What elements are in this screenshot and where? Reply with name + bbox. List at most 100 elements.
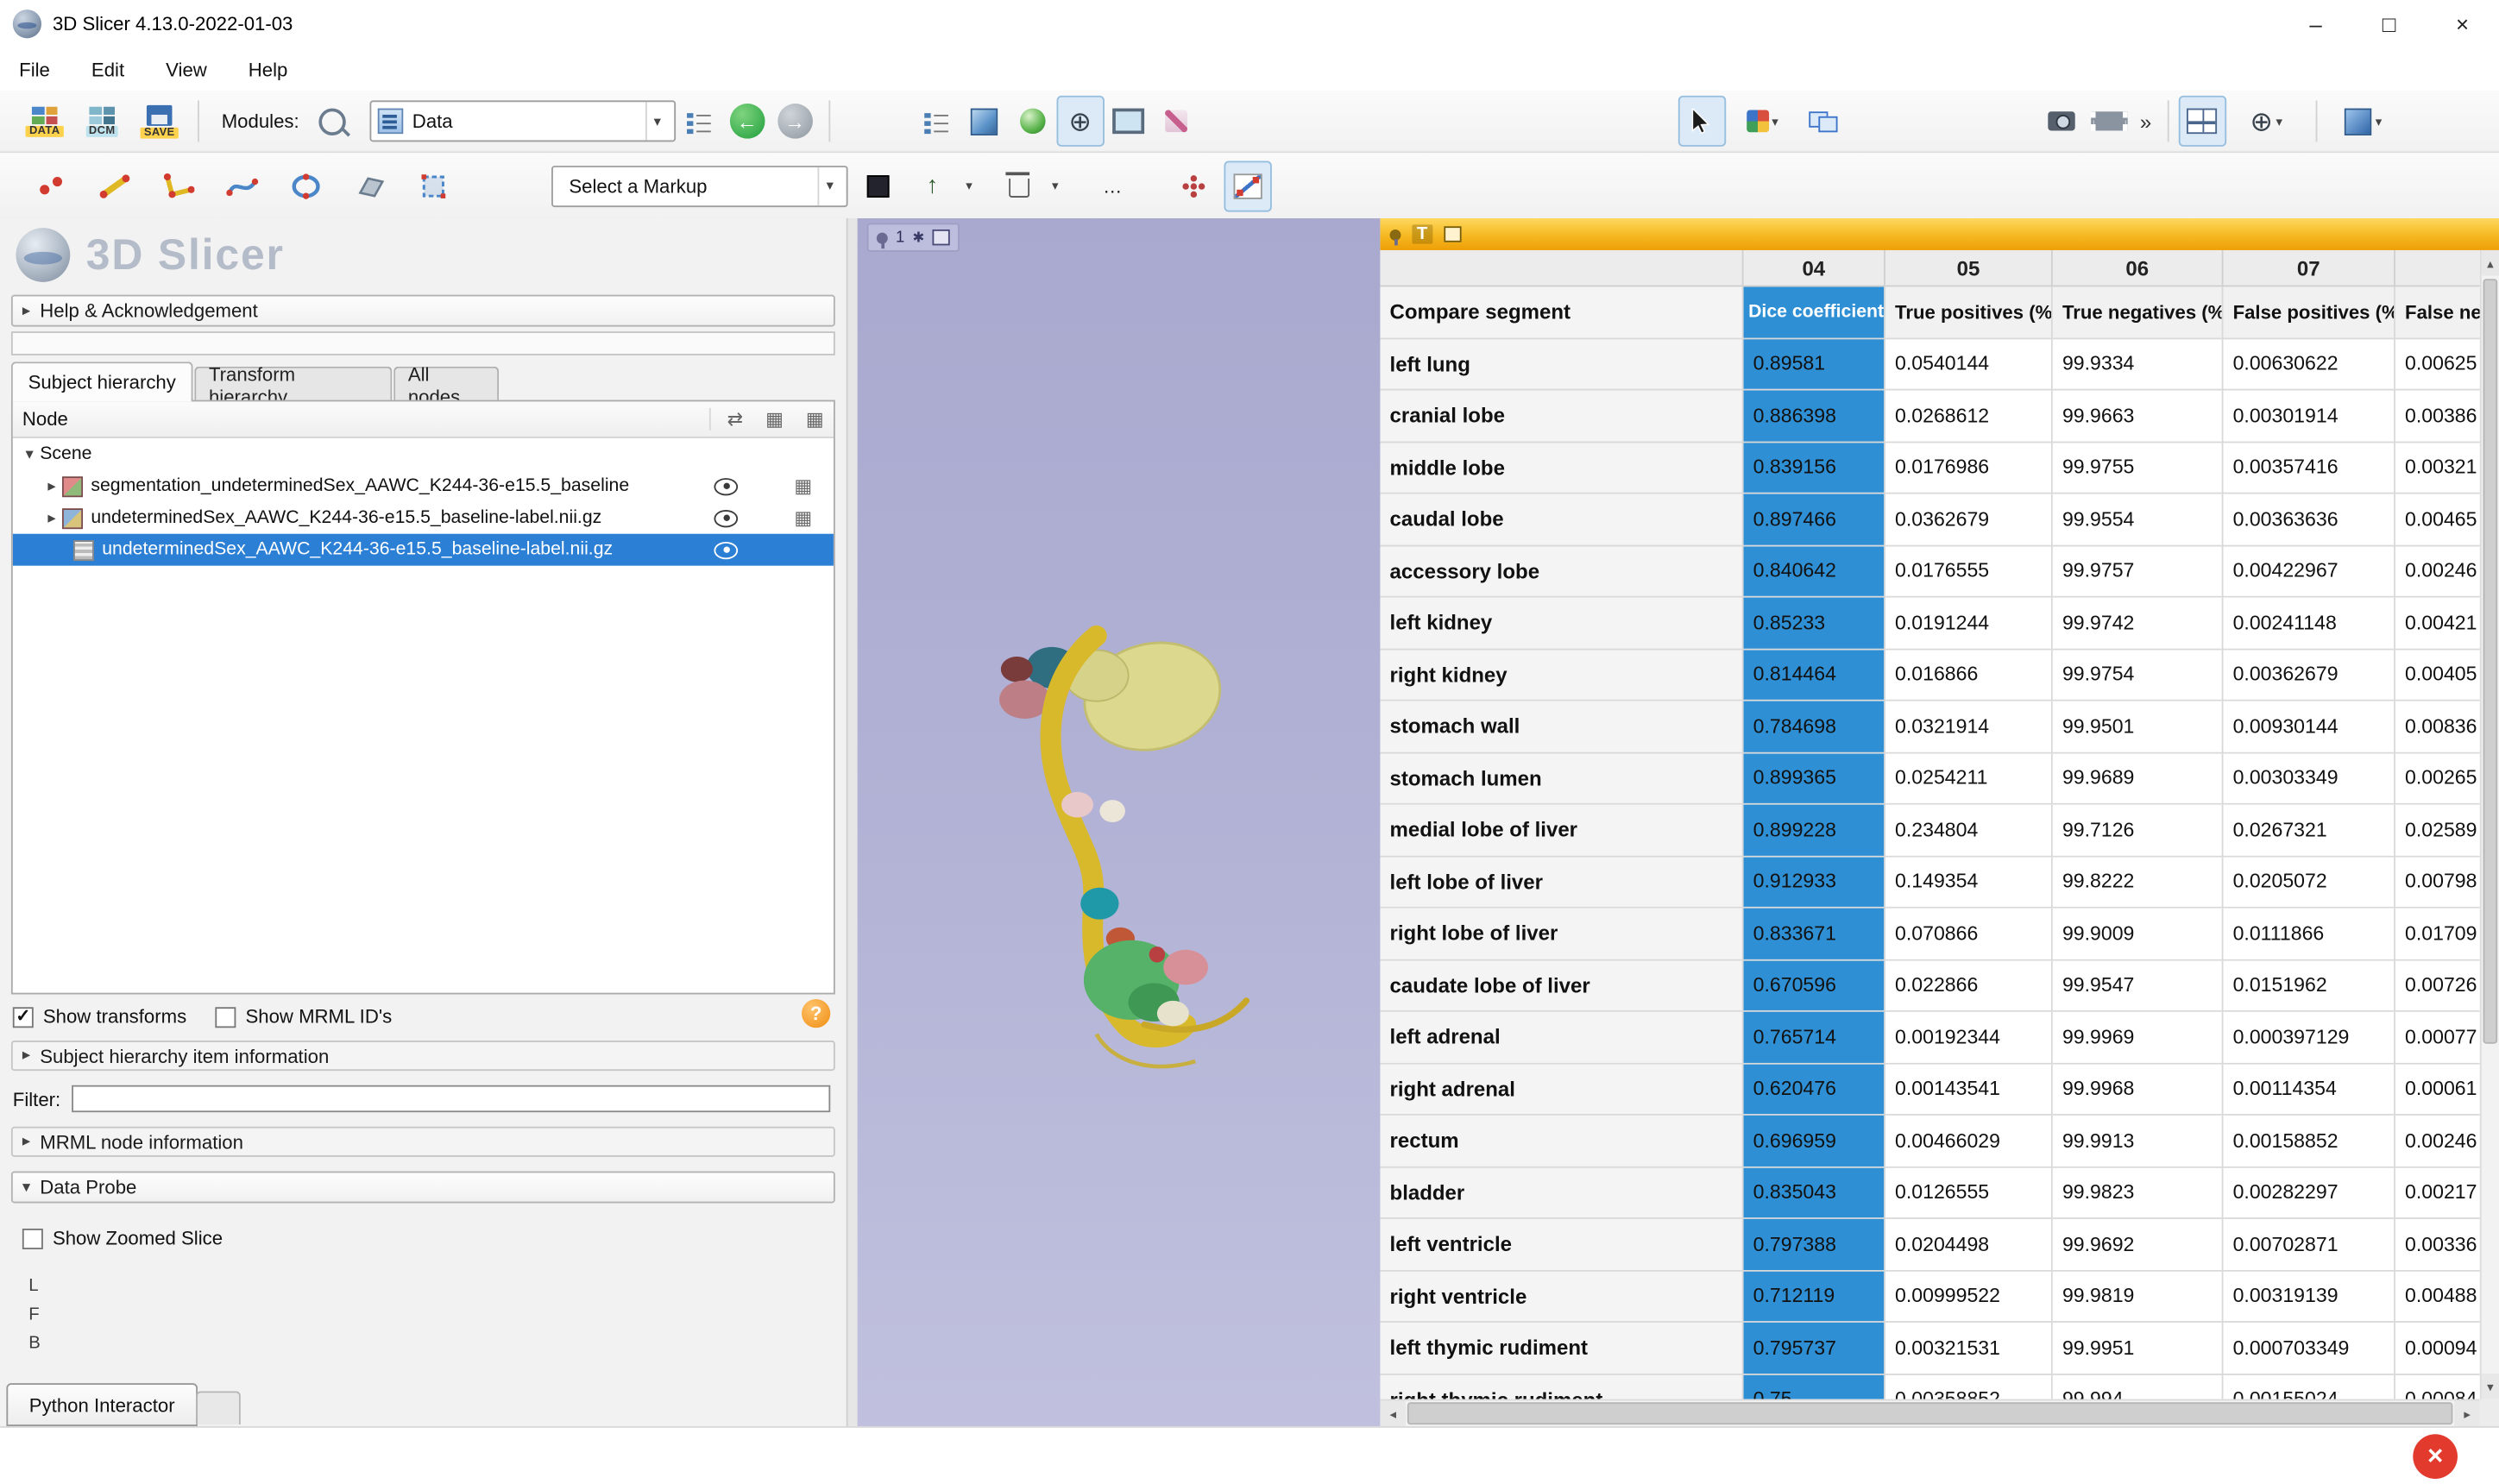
data-probe-section[interactable]: ▾ Data Probe <box>11 1172 835 1204</box>
value-cell[interactable]: 0.0191244 <box>1885 598 2053 650</box>
vertical-scroll-thumb[interactable] <box>2483 279 2498 1044</box>
node-column-header[interactable]: Node <box>22 408 68 431</box>
value-cell[interactable]: 99.9692 <box>2053 1219 2224 1271</box>
grid-column-icon[interactable]: ▦ <box>765 408 784 431</box>
value-cell[interactable]: 0.696959 <box>1744 1116 1885 1167</box>
markup-selector[interactable]: Select a Markup ▾ <box>551 165 848 206</box>
create-angle-button[interactable] <box>150 159 207 213</box>
more-options-button[interactable]: … <box>1084 160 1141 211</box>
scroll-left-arrow[interactable]: ◂ <box>1380 1400 1406 1426</box>
view-controls-bar[interactable]: 1 ✱ <box>867 223 960 252</box>
value-cell[interactable]: 0.00702871 <box>2223 1219 2395 1271</box>
segment-name-cell[interactable]: left lobe of liver <box>1380 857 1743 909</box>
value-cell[interactable]: 0.00192344 <box>1885 1012 2053 1064</box>
segment-name-cell[interactable]: right lobe of liver <box>1380 909 1743 960</box>
value-cell[interactable]: 0.670596 <box>1744 960 1885 1012</box>
expanded-arrow-icon[interactable]: ▾ <box>26 445 34 462</box>
screenshot-button[interactable] <box>2038 96 2086 147</box>
value-cell[interactable]: 0.0321914 <box>1885 701 2053 753</box>
true-negatives-header[interactable]: True negatives (%) <box>2053 286 2224 338</box>
tree-item-volume-selected[interactable]: undeterminedSex_AAWC_K244-36-e15.5_basel… <box>13 534 834 566</box>
crosshair-toggle-button[interactable]: ⊕ <box>1056 96 1104 147</box>
module-search-button[interactable] <box>309 96 356 147</box>
value-cell[interactable]: 99.9823 <box>2053 1167 2224 1219</box>
value-cell[interactable]: 0.765714 <box>1744 1012 1885 1064</box>
value-cell[interactable]: 0.00217 <box>2395 1167 2480 1219</box>
segment-name-cell[interactable]: caudal lobe <box>1380 494 1743 546</box>
tab-transform-hierarchy[interactable]: Transform hierarchy <box>194 367 392 402</box>
toolbar-overflow-button[interactable]: » <box>2140 110 2151 134</box>
chevron-down-icon[interactable]: ▾ <box>645 102 667 140</box>
value-cell[interactable]: 0.00303349 <box>2223 753 2395 805</box>
value-cell[interactable]: 0.00265 <box>2395 753 2480 805</box>
value-cell[interactable]: 0.912933 <box>1744 857 1885 909</box>
value-cell[interactable]: 0.00357416 <box>2223 443 2395 494</box>
corner-number-cell[interactable] <box>1380 250 1743 286</box>
value-cell[interactable]: 0.00421 <box>2395 598 2480 650</box>
value-cell[interactable]: 0.0111866 <box>2223 909 2395 960</box>
module-panel-toggle-button[interactable] <box>913 96 960 147</box>
value-cell[interactable]: 99.994 <box>2053 1374 2224 1399</box>
load-dicom-button[interactable]: DCM <box>73 92 130 149</box>
pointer-mode-button[interactable] <box>1678 96 1725 147</box>
value-cell[interactable]: 0.0254211 <box>1885 753 2053 805</box>
chevron-down-icon[interactable]: ▾ <box>818 167 840 204</box>
value-cell[interactable]: 99.9913 <box>2053 1116 2224 1167</box>
value-cell[interactable]: 0.00358852 <box>1885 1374 2053 1399</box>
false-positives-header[interactable]: False positives (%) <box>2223 286 2395 338</box>
value-cell[interactable]: 99.9689 <box>2053 753 2224 805</box>
value-cell[interactable]: 0.02589 <box>2395 805 2480 857</box>
value-cell[interactable]: 0.00246 <box>2395 1116 2480 1167</box>
value-cell[interactable]: 0.784698 <box>1744 701 1885 753</box>
module-history-button[interactable] <box>676 96 723 147</box>
value-cell[interactable]: 0.840642 <box>1744 546 1885 598</box>
create-line-button[interactable] <box>86 159 143 213</box>
visibility-eye-icon[interactable] <box>714 477 738 494</box>
column-number-partial[interactable] <box>2395 250 2480 286</box>
3d-rendering[interactable] <box>858 218 1381 1426</box>
value-cell[interactable]: 0.00336 <box>2395 1219 2480 1271</box>
value-cell[interactable]: 0.00630622 <box>2223 338 2395 390</box>
value-cell[interactable]: 99.9757 <box>2053 546 2224 598</box>
maximize-view-icon[interactable] <box>933 230 950 245</box>
value-cell[interactable]: 0.00930144 <box>2223 701 2395 753</box>
segment-name-cell[interactable]: right adrenal <box>1380 1064 1743 1116</box>
value-cell[interactable]: 0.00321531 <box>1885 1323 2053 1374</box>
value-cell[interactable]: 0.835043 <box>1744 1167 1885 1219</box>
place-persistent-button[interactable]: ↑ <box>909 160 956 211</box>
module-selector[interactable]: Data ▾ <box>369 100 676 141</box>
value-cell[interactable]: 0.00465 <box>2395 494 2480 546</box>
value-cell[interactable]: 0.89581 <box>1744 338 1885 390</box>
show-transforms-checkbox[interactable]: ✓ <box>13 1006 34 1027</box>
value-cell[interactable]: 0.00077 <box>2395 1012 2480 1064</box>
horizontal-scroll-thumb[interactable] <box>1407 1402 2453 1424</box>
segment-name-cell[interactable]: left adrenal <box>1380 1012 1743 1064</box>
value-cell[interactable]: 0.797388 <box>1744 1219 1885 1271</box>
value-cell[interactable]: 99.9951 <box>2053 1323 2224 1374</box>
value-cell[interactable]: 99.9663 <box>2053 391 2224 443</box>
value-cell[interactable]: 0.00836 <box>2395 701 2480 753</box>
place-color-button[interactable] <box>854 160 902 211</box>
segment-name-cell[interactable]: caudate lobe of liver <box>1380 960 1743 1012</box>
value-cell[interactable]: 99.9547 <box>2053 960 2224 1012</box>
value-cell[interactable]: 0.00625 <box>2395 338 2480 390</box>
value-cell[interactable]: 0.00084 <box>2395 1374 2480 1399</box>
segment-name-cell[interactable]: stomach lumen <box>1380 753 1743 805</box>
horizontal-scrollbar[interactable]: ◂ ▸ <box>1380 1399 2479 1426</box>
module-back-button[interactable]: ← <box>723 96 771 147</box>
segment-name-cell[interactable]: middle lobe <box>1380 443 1743 494</box>
tree-item-segmentation[interactable]: ▸ segmentation_undeterminedSex_AAWC_K244… <box>13 470 834 502</box>
tab-all-nodes[interactable]: All nodes <box>393 367 499 402</box>
segment-name-cell[interactable]: bladder <box>1380 1167 1743 1219</box>
value-cell[interactable]: 0.00386 <box>2395 391 2480 443</box>
filter-input[interactable] <box>72 1085 830 1112</box>
value-cell[interactable]: 99.9334 <box>2053 338 2224 390</box>
create-plane-button[interactable] <box>341 159 398 213</box>
value-cell[interactable]: 0.00726 <box>2395 960 2480 1012</box>
column-number[interactable]: 05 <box>1885 250 2053 286</box>
value-cell[interactable]: 0.00158852 <box>2223 1116 2395 1167</box>
segment-name-cell[interactable]: left ventricle <box>1380 1219 1743 1271</box>
table-title-bar[interactable]: T <box>1380 218 2499 250</box>
help-acknowledgement-section[interactable]: ▸ Help & Acknowledgement <box>11 295 835 327</box>
value-cell[interactable]: 0.00798 <box>2395 857 2480 909</box>
